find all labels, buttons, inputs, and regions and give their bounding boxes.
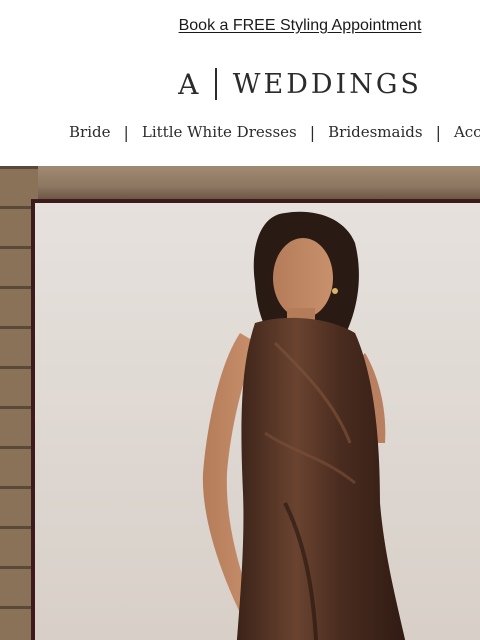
brand-name: WEDDINGS <box>232 68 422 100</box>
nav-separator: | <box>309 122 316 142</box>
promo-bar: Book a FREE Styling Appointment <box>0 0 480 52</box>
nav-item-accessories[interactable]: Acces <box>454 123 480 141</box>
brand-logo[interactable]: A WEDDINGS <box>0 64 480 104</box>
nav-item-bridesmaids[interactable]: Bridesmaids <box>328 123 422 141</box>
nav-separator: | <box>435 122 441 142</box>
hero-banner[interactable] <box>0 166 480 640</box>
nav-separator: | <box>123 122 129 142</box>
styling-appointment-link[interactable]: Book a FREE Styling Appointment <box>179 17 422 35</box>
brand-mark: A <box>178 67 200 101</box>
brand-divider <box>215 68 217 100</box>
hero-model-image <box>202 211 406 640</box>
email-page: Book a FREE Styling Appointment A WEDDIN… <box>0 0 480 640</box>
main-nav: Bride | Little White Dresses | Bridesmai… <box>69 118 480 146</box>
nav-item-bride[interactable]: Bride <box>69 123 110 141</box>
hero-background-top <box>0 166 480 200</box>
nav-item-little-white-dresses[interactable]: Little White Dresses <box>142 123 297 141</box>
hero-image-frame <box>31 199 480 640</box>
